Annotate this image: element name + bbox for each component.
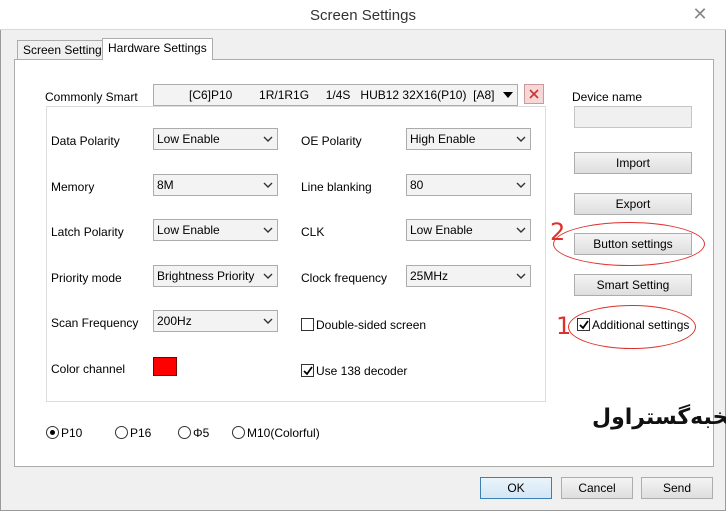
device-name-label: Device name [572,90,643,104]
color-channel-swatch[interactable] [153,357,177,376]
clk-select[interactable]: Low Enable [406,219,531,241]
chevron-down-icon [516,175,526,195]
watermark-logo: نخبه‌گستراول [592,405,726,430]
chevron-down-icon [263,311,273,331]
chevron-down-icon [516,266,526,286]
scan-frequency-value: 200Hz [157,314,192,328]
commonly-smart-value: [C6]P10 1R/1R1G 1/4S HUB12 32X16(P10) [A… [189,88,495,102]
chevron-down-icon [503,85,513,105]
delete-preset-button[interactable] [524,84,544,104]
line-blanking-select[interactable]: 80 [406,174,531,196]
import-button[interactable]: Import [574,152,692,174]
title-bar: Screen Settings ✕ [0,0,726,30]
color-channel-label: Color channel [51,362,126,376]
data-polarity-label: Data Polarity [51,134,120,148]
latch-polarity-value: Low Enable [157,223,220,237]
commonly-smart-select[interactable]: [C6]P10 1R/1R1G 1/4S HUB12 32X16(P10) [A… [153,84,518,106]
clock-frequency-value: 25MHz [410,269,449,283]
radio-phi5-label: Φ5 [193,426,210,440]
memory-value: 8M [157,178,174,192]
cancel-button[interactable]: Cancel [561,477,633,499]
radio-dot-icon [50,430,55,435]
double-sided-screen-label: Double-sided screen [316,318,427,332]
priority-mode-select[interactable]: Brightness Priority [153,265,278,287]
annotation-ellipse-1 [568,305,696,349]
chevron-down-icon [263,129,273,149]
oe-polarity-value: High Enable [410,132,476,146]
close-icon[interactable]: ✕ [688,3,712,25]
oe-polarity-select[interactable]: High Enable [406,128,531,150]
data-polarity-value: Low Enable [157,132,220,146]
annotation-number-2: 2 [550,218,566,246]
clk-label: CLK [301,225,325,239]
annotation-number-1: 1 [556,312,572,340]
priority-mode-label: Priority mode [51,271,122,285]
smart-setting-button[interactable]: Smart Setting [574,274,692,296]
radio-p10[interactable] [46,426,59,439]
radio-m10-label: M10(Colorful) [247,426,320,440]
send-button[interactable]: Send [641,477,713,499]
radio-p10-label: P10 [61,426,83,440]
clk-value: Low Enable [410,223,473,237]
window-title: Screen Settings [310,7,416,24]
annotation-ellipse-2 [553,222,705,266]
priority-mode-value: Brightness Priority [157,269,255,283]
data-polarity-select[interactable]: Low Enable [153,128,278,150]
tab-hardware-settings[interactable]: Hardware Settings [102,38,213,60]
memory-select[interactable]: 8M [153,174,278,196]
double-sided-screen-checkbox[interactable] [301,318,314,331]
scan-frequency-select[interactable]: 200Hz [153,310,278,332]
use-138-decoder-label: Use 138 decoder [316,364,408,378]
chevron-down-icon [516,220,526,240]
oe-polarity-label: OE Polarity [301,134,362,148]
line-blanking-value: 80 [410,178,424,192]
clock-frequency-select[interactable]: 25MHz [406,265,531,287]
device-name-field[interactable] [574,106,692,128]
latch-polarity-select[interactable]: Low Enable [153,219,278,241]
export-button[interactable]: Export [574,193,692,215]
radio-p16[interactable] [115,426,128,439]
line-blanking-label: Line blanking [301,180,372,194]
chevron-down-icon [516,129,526,149]
memory-label: Memory [51,180,95,194]
use-138-decoder-checkbox[interactable] [301,364,314,377]
settings-groupbox [46,106,546,402]
chevron-down-icon [263,266,273,286]
chevron-down-icon [263,175,273,195]
commonly-smart-label: Commonly Smart [45,90,138,104]
ok-button[interactable]: OK [480,477,552,499]
radio-m10-colorful[interactable] [232,426,245,439]
latch-polarity-label: Latch Polarity [51,225,124,239]
clock-frequency-label: Clock frequency [301,271,388,285]
radio-phi5[interactable] [178,426,191,439]
chevron-down-icon [263,220,273,240]
tab-screen-settings[interactable]: Screen Settings [17,40,114,60]
scan-frequency-label: Scan Frequency [51,316,139,330]
radio-p16-label: P16 [130,426,152,440]
